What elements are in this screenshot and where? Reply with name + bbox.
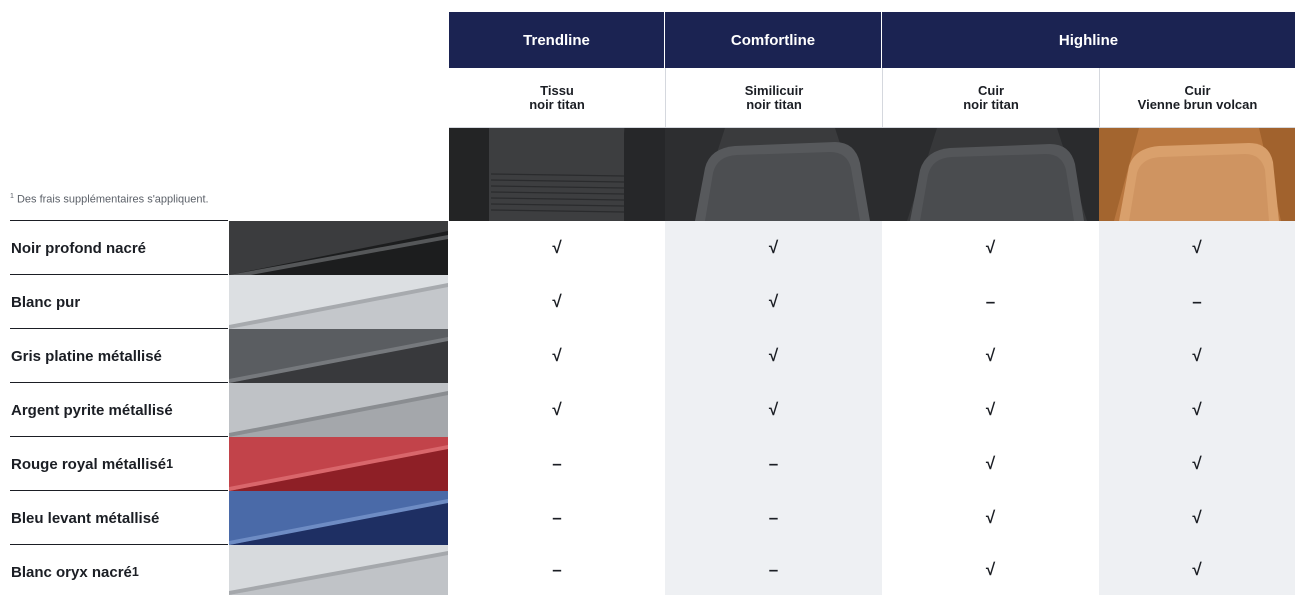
upholstery-name-2: Cuir noir titan: [882, 68, 1099, 128]
color-name-text: Bleu levant métallisé: [11, 509, 160, 527]
color-swatch-argent-pyrite: [229, 383, 448, 437]
availability-mark: √: [1192, 346, 1202, 365]
footnote-text: Des frais supplémentaires s'appliquent.: [16, 193, 209, 206]
upholstery-line1: Tissu: [540, 82, 574, 98]
availability-mark: –: [768, 560, 779, 579]
upholstery-name-1: Similicuir noir titan: [665, 68, 882, 128]
trim-label: Comfortline: [730, 31, 816, 49]
color-name-noir-profond: Noir profond nacré: [11, 221, 146, 275]
availability-mark: √: [1192, 238, 1202, 257]
color-name-bleu-levant: Bleu levant métallisé: [11, 491, 159, 545]
footnote: 1 Des frais supplémentaires s'appliquent…: [10, 193, 209, 206]
availability-mark: √: [552, 400, 562, 419]
upholstery-line1: Similicuir: [744, 82, 804, 98]
availability-mark: √: [985, 508, 996, 527]
color-name-gris-platine: Gris platine métallisé: [11, 329, 162, 383]
availability-mark: √: [985, 346, 996, 365]
color-name-text: Blanc pur: [11, 293, 81, 311]
footnote-ref: 1: [166, 457, 174, 471]
color-swatch-blanc-pur: [229, 275, 448, 329]
availability-mark: –: [985, 292, 996, 311]
availability-mark: √: [985, 454, 996, 473]
availability-mark: –: [1192, 292, 1202, 311]
color-name-blanc-pur: Blanc pur: [11, 275, 80, 329]
upholstery-name-0: Tissu noir titan: [449, 68, 665, 128]
availability-mark: √: [768, 238, 779, 257]
availability-mark: √: [552, 346, 562, 365]
upholstery-name-3: Cuir Vienne brun volcan: [1099, 68, 1295, 128]
trim-label: Trendline: [523, 31, 590, 49]
color-swatch-blanc-oryx: [229, 545, 448, 595]
availability-mark: √: [768, 346, 779, 365]
availability-mark: √: [768, 292, 779, 311]
color-name-text: Noir profond nacré: [11, 239, 147, 257]
availability-mark: √: [768, 400, 779, 419]
fabric-seat-image: [449, 128, 665, 221]
color-swatch-gris-platine: [229, 329, 448, 383]
upholstery-line1: Cuir: [1184, 82, 1211, 98]
availability-mark: √: [985, 560, 996, 579]
color-swatch-rouge-royal: [229, 437, 448, 491]
upholstery-line2: noir titan: [746, 96, 802, 112]
color-name-text: Gris platine métallisé: [11, 347, 162, 365]
upholstery-line2: noir titan: [963, 96, 1019, 112]
upholstery-line1: Cuir: [978, 82, 1004, 98]
availability-mark: √: [1192, 400, 1202, 419]
availability-mark: –: [768, 454, 779, 473]
color-trim-matrix: Trendline Comfortline Highline Tissu noi…: [0, 0, 1295, 595]
availability-mark: √: [985, 238, 996, 257]
availability-mark: √: [552, 292, 562, 311]
trim-header-trendline: Trendline: [449, 12, 665, 68]
trim-header-comfortline: Comfortline: [665, 12, 882, 68]
availability-mark: –: [552, 508, 562, 527]
color-name-text: Blanc oryx nacré: [11, 563, 132, 581]
upholstery-line2: Vienne brun volcan: [1137, 96, 1258, 112]
color-swatch-noir-profond: [229, 221, 448, 275]
leatherette-seat-image: [665, 128, 882, 221]
upholstery-line2: noir titan: [529, 96, 585, 112]
availability-mark: –: [552, 454, 562, 473]
leather-brown-seat-image: [1099, 128, 1295, 221]
footnote-marker: 1: [10, 193, 14, 200]
availability-mark: √: [1192, 454, 1202, 473]
footnote-ref: 1: [131, 565, 139, 579]
color-name-argent-pyrite: Argent pyrite métallisé: [11, 383, 173, 437]
color-name-blanc-oryx: Blanc oryx nacré 1: [11, 545, 139, 595]
color-name-text: Rouge royal métallisé: [11, 455, 167, 473]
availability-mark: √: [1192, 508, 1202, 527]
color-name-rouge-royal: Rouge royal métallisé 1: [11, 437, 173, 491]
leather-seat-image: [882, 128, 1099, 221]
availability-mark: √: [552, 238, 562, 257]
availability-mark: –: [552, 560, 562, 579]
trim-label: Highline: [1058, 31, 1119, 49]
color-name-text: Argent pyrite métallisé: [11, 401, 173, 419]
color-swatch-bleu-levant: [229, 491, 448, 545]
availability-mark: –: [768, 508, 779, 527]
trim-header-highline: Highline: [882, 12, 1295, 68]
availability-mark: √: [1192, 560, 1202, 579]
availability-mark: √: [985, 400, 996, 419]
